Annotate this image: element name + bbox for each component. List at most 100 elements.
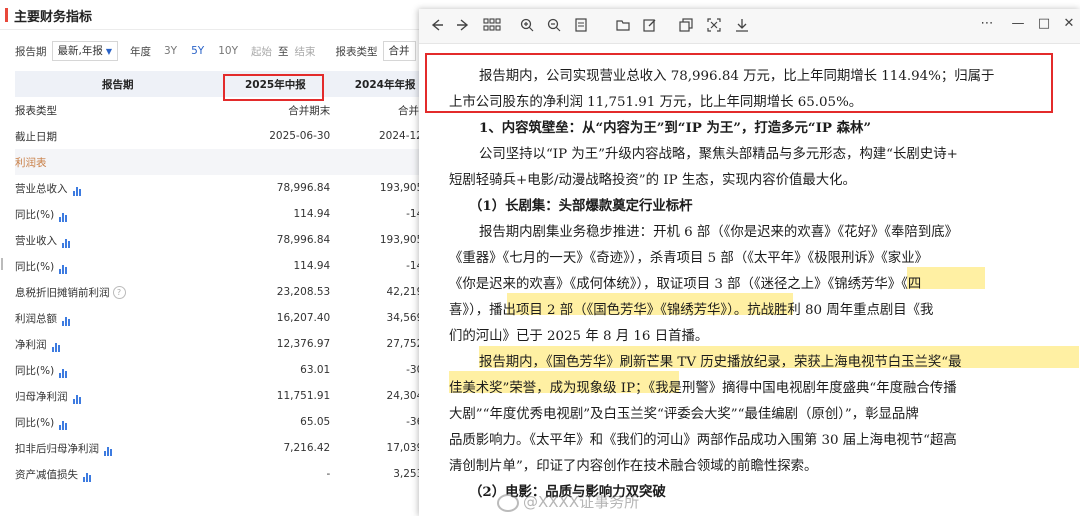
value-2025-mid: 23,208.53: [276, 286, 331, 298]
value-2025-mid: 65.05: [300, 416, 331, 428]
table-row: 息税折旧摊销前利润? 23,208.53 42,219.39: [15, 279, 440, 305]
row-label: 营业收入: [15, 227, 221, 253]
row-label-text: 归母净利润: [15, 390, 68, 403]
row-label: 截止日期: [15, 123, 221, 149]
value-2025-mid: 2025-06-30: [269, 130, 331, 142]
help-icon[interactable]: ?: [112, 286, 126, 299]
value-2025-mid: 114.94: [293, 208, 331, 220]
download-icon[interactable]: [735, 18, 749, 32]
bar-chart-icon[interactable]: [104, 444, 113, 456]
year-5y-tab[interactable]: 5Y: [184, 45, 211, 57]
bar-chart-icon[interactable]: [51, 340, 61, 352]
report-type-select[interactable]: 合并: [382, 41, 416, 61]
period-label: 报告期: [15, 45, 47, 58]
folder-icon[interactable]: [616, 18, 630, 32]
doc-line: 报告期内，公司实现营业总收入 78,996.84 万元，比上年同期增长 114.…: [479, 69, 995, 84]
bar-chart-icon[interactable]: [62, 314, 71, 326]
row-label-text: 营业总收入: [15, 182, 68, 195]
doc-line: 《你是迟来的欢喜》《成何体统》），取证项目 3 部（《迷径之上》《锦绣芳华》《四: [449, 277, 922, 292]
row-label-text: 营业收入: [15, 234, 57, 247]
row-label: 息税折旧摊销前利润?: [15, 279, 221, 305]
table-row: 同比(%)114.94-14.48: [15, 253, 440, 279]
doc-line: 品质影响力。《太平年》和《我们的河山》两部作品成功入围第 30 届上海电视节“超…: [449, 433, 957, 448]
section-row: 利润表: [15, 149, 440, 175]
table-row: 资产减值损失 -3,253.58: [15, 461, 440, 487]
bar-chart-icon[interactable]: [59, 366, 68, 378]
value-2025-mid: 12,376.97: [276, 338, 331, 350]
row-label: 营业总收入: [15, 175, 221, 201]
row-label: 归母净利润: [15, 383, 221, 409]
value-2025-mid: -: [326, 468, 331, 480]
financial-table: 报告期 2025年中报 2024年年报 报表类型合并期末合并期末截止日期2025…: [15, 71, 440, 487]
bar-chart-icon[interactable]: [59, 262, 68, 274]
row-label: 同比(%): [15, 253, 221, 279]
table-row: 同比(%)65.05-36.41: [15, 409, 440, 435]
edit-icon[interactable]: [643, 18, 657, 32]
watermark: @XXXX证事务所: [497, 491, 639, 512]
period-select[interactable]: 最新,年报 ▼: [51, 41, 118, 61]
row-label-text: 利润总额: [15, 312, 57, 325]
bar-chart-icon[interactable]: [83, 470, 92, 482]
divider: [0, 29, 440, 30]
close-button[interactable]: ✕: [1062, 16, 1076, 31]
year-10y-tab[interactable]: 10Y: [211, 45, 245, 57]
start-date-input[interactable]: 起始: [245, 44, 278, 59]
filter-bar: 报告期 最新,年报 ▼ 年度 3Y 5Y 10Y 起始 至 结束 报表类型 合并: [15, 40, 428, 62]
year-label: 年度: [130, 45, 151, 58]
table-row: 归母净利润 11,751.91 24,304.78: [15, 383, 440, 409]
bar-chart-icon[interactable]: [59, 418, 68, 430]
period-select-value: 最新,年报: [57, 45, 103, 57]
more-icon[interactable]: ⋯: [980, 16, 994, 31]
row-label-text: 同比(%): [15, 260, 55, 273]
row-label: 利润总额: [15, 305, 221, 331]
zoom-out-icon[interactable]: [547, 18, 561, 32]
zoom-in-icon[interactable]: [520, 18, 534, 32]
row-label: 扣非后归母净利润: [15, 435, 221, 461]
doc-line: 清创制片单”，印证了内容创作在技术融合领域的前瞻性探索。: [449, 459, 818, 474]
copy-icon[interactable]: [679, 18, 693, 32]
minimize-button[interactable]: —: [1011, 16, 1025, 31]
financial-panel: 主要财务指标 报告期 最新,年报 ▼ 年度 3Y 5Y 10Y 起始 至 结束 报…: [0, 0, 440, 516]
table-row: 同比(%)114.94-14.48: [15, 201, 440, 227]
row-label: 净利润: [15, 331, 221, 357]
value-2025-mid: 16,207.40: [276, 312, 331, 324]
bar-chart-icon[interactable]: [72, 184, 82, 196]
doc-line: 佳美术奖”荣誉，成为现象级 IP；《我是刑警》摘得中国电视剧年度盛典“年度融合传…: [449, 381, 957, 396]
end-date-input[interactable]: 结束: [289, 44, 322, 59]
bar-chart-icon[interactable]: [62, 236, 71, 248]
row-label: 同比(%): [15, 201, 221, 227]
back-icon[interactable]: [430, 18, 444, 32]
row-label-text: 扣非后归母净利润: [15, 442, 99, 455]
grid-icon[interactable]: [483, 18, 501, 32]
panel-title: 主要财务指标: [4, 6, 92, 25]
bar-chart-icon[interactable]: [72, 392, 82, 404]
value-2025-mid: 11,751.91: [276, 390, 331, 402]
report-type-label: 报表类型: [335, 45, 378, 58]
viewer-toolbar: ⋯ — □ ✕: [419, 9, 1080, 44]
crop-icon[interactable]: [707, 18, 721, 32]
doc-line: 《重器》《七月的一天》《奇迹》），杀青项目 5 部（《太平年》《极限刑诉》《家业…: [449, 251, 928, 266]
row-label-text: 报表类型: [15, 104, 57, 117]
page-icon[interactable]: [574, 18, 588, 32]
doc-line: 们的河山》已于 2025 年 8 月 16 日首播。: [449, 329, 709, 344]
doc-heading: （1）长剧集：头部爆款奠定行业标杆: [469, 198, 693, 214]
date-to-label: 至: [278, 45, 289, 58]
bar-chart-icon[interactable]: [59, 210, 68, 222]
document-page: 报告期内，公司实现营业总收入 78,996.84 万元，比上年同期增长 114.…: [419, 43, 1080, 516]
row-label-text: 资产减值损失: [15, 468, 78, 481]
forward-icon[interactable]: [456, 18, 470, 32]
doc-line: 大剧”“年度优秀电视剧”及白玉兰奖“评委会大奖”“最佳编剧（原创）”，彰显品牌: [449, 407, 919, 422]
row-label-text: 截止日期: [15, 130, 57, 143]
doc-line: 报告期内，《国色芳华》刷新芒果 TV 历史播放纪录，荣获上海电视节白玉兰奖“最: [479, 355, 962, 370]
value-2025-mid: 78,996.84: [276, 234, 331, 246]
maximize-button[interactable]: □: [1037, 16, 1051, 31]
year-3y-tab[interactable]: 3Y: [157, 45, 184, 57]
row-label-text: 同比(%): [15, 416, 55, 429]
highlight-box-2025: [223, 74, 324, 101]
doc-line: 喜》），播出项目 2 部（《国色芳华》《锦绣芳华》）。抗战胜利 80 周年重点剧…: [449, 303, 934, 318]
row-label: 资产减值损失: [15, 461, 221, 487]
section-label: 利润表: [15, 149, 440, 175]
table-row: 净利润 12,376.97 27,752.82: [15, 331, 440, 357]
row-label-text: 息税折旧摊销前利润: [15, 286, 110, 299]
scroll-indicator[interactable]: [1, 258, 3, 270]
